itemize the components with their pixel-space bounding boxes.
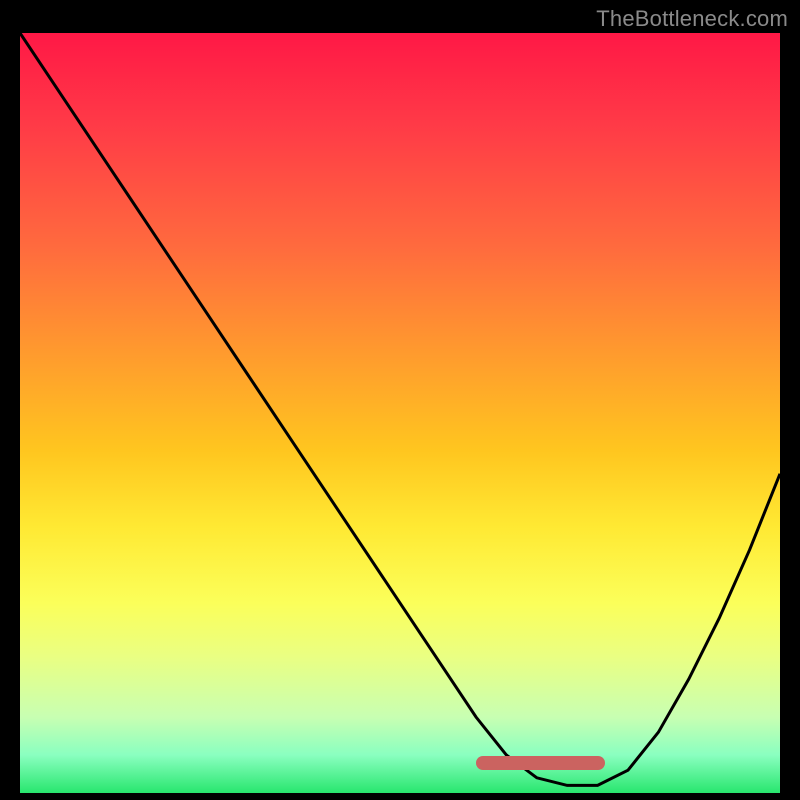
curve-svg (20, 33, 780, 793)
optimal-range-marker (476, 756, 605, 770)
chart-frame: TheBottleneck.com (0, 0, 800, 800)
plot-area (20, 33, 780, 793)
watermark-text: TheBottleneck.com (596, 6, 788, 32)
bottleneck-curve (20, 33, 780, 785)
